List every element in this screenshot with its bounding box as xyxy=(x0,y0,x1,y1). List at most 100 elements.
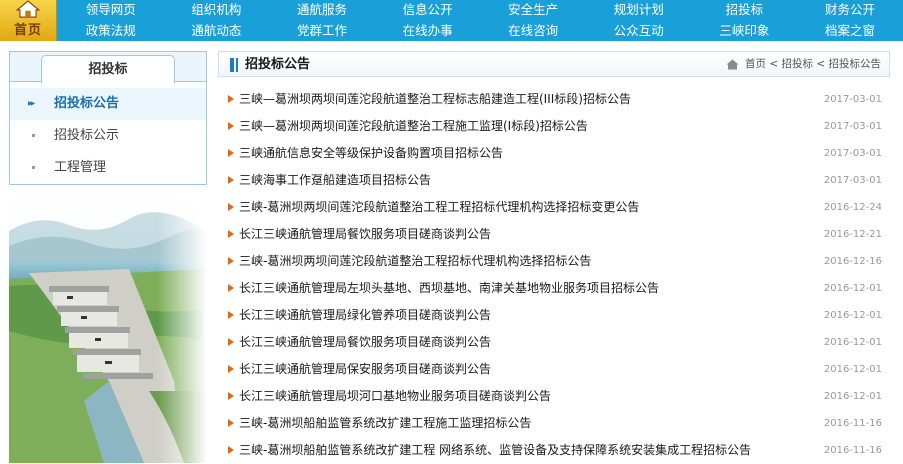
arrow-bullet-icon xyxy=(228,230,234,238)
announcement-link[interactable]: 三峡—葛洲坝两坝间莲沱段航道整治工程标志船建造工程(III标段)招标公告 xyxy=(239,86,631,113)
sidebar-menu: ▶▶ 招投标公告招投标公示工程管理 xyxy=(10,82,206,184)
announcement-link[interactable]: 三峡-葛洲坝两坝间莲沱段航道整治工程工程招标代理机构选择招标变更公告 xyxy=(239,194,639,221)
main-content: 招投标公告 首页 < 招投标 < 招投标公告 三峡—葛洲坝两坝间莲沱段航道整治工… xyxy=(218,51,890,464)
arrow-bullet-icon xyxy=(228,446,234,454)
announcement-date: 2016-12-01 xyxy=(823,364,882,375)
nav-item[interactable]: 政策法规 xyxy=(58,21,164,41)
announcement-date: 2017-03-01 xyxy=(823,175,882,186)
arrow-bullet-icon xyxy=(228,122,234,130)
announcement-link[interactable]: 三峡-葛洲坝两坝间莲沱段航道整治工程招标代理机构选择招标公告 xyxy=(239,248,591,275)
list-item: 长江三峡通航管理局保安服务项目磋商谈判公告 2016-12-01 xyxy=(218,356,890,383)
announcement-link[interactable]: 长江三峡通航管理局左坝头基地、西坝基地、南津关基地物业服务项目招标公告 xyxy=(239,275,659,302)
announcement-date: 2016-11-16 xyxy=(823,445,882,456)
announcement-link[interactable]: 长江三峡通航管理局保安服务项目磋商谈判公告 xyxy=(239,356,491,383)
nav-item[interactable]: 在线咨询 xyxy=(480,21,586,41)
announcement-date: 2017-03-01 xyxy=(823,148,882,159)
list-item: 三峡—葛洲坝两坝间莲沱段航道整治工程标志船建造工程(III标段)招标公告 2017… xyxy=(218,86,890,113)
nav-row-primary: 领导网页 组织机构 通航服务 信息公开 安全生产 规划计划 招投标 财务公开 xyxy=(58,0,903,20)
announcement-date: 2016-12-01 xyxy=(823,391,882,402)
announcement-link[interactable]: 长江三峡通航管理局餐饮服务项目磋商谈判公告 xyxy=(239,221,491,248)
arrow-bullet-icon xyxy=(228,95,234,103)
announcement-link[interactable]: 三峡-葛洲坝船舶监管系统改扩建工程 网络系统、监管设备及支持保障系统安装集成工程… xyxy=(239,437,751,464)
nav-item[interactable]: 财务公开 xyxy=(797,0,903,20)
nav-row-secondary: 政策法规 通航动态 党群工作 在线办事 在线咨询 公众互动 三峡印象 档案之窗 xyxy=(58,21,903,41)
nav-item[interactable]: 通航动态 xyxy=(164,21,270,41)
list-item: 长江三峡通航管理局餐饮服务项目磋商谈判公告 2016-12-01 xyxy=(218,329,890,356)
double-chevron-icon: ▶▶ xyxy=(28,100,35,107)
nav-item[interactable]: 公众互动 xyxy=(586,21,692,41)
sidebar-item-label: 招投标公示 xyxy=(54,128,120,143)
arrow-bullet-icon xyxy=(228,311,234,319)
list-item: 三峡—葛洲坝两坝间莲沱段航道整治工程施工监理(Ⅰ标段)招标公告 2017-03-0… xyxy=(218,113,890,140)
arrow-bullet-icon xyxy=(228,392,234,400)
announcement-link[interactable]: 三峡-葛洲坝船舶监管系统改扩建工程施工监理招标公告 xyxy=(239,410,531,437)
content-header: 招投标公告 首页 < 招投标 < 招投标公告 xyxy=(218,51,890,77)
nav-item[interactable]: 三峡印象 xyxy=(692,21,798,41)
breadcrumb[interactable]: 首页 < 招投标 < 招投标公告 xyxy=(726,52,881,77)
bullet-icon xyxy=(32,134,35,137)
sidebar: 招投标 ▶▶ 招投标公告招投标公示工程管理 xyxy=(9,51,207,185)
list-item: 长江三峡通航管理局绿化管养项目磋商谈判公告 2016-12-01 xyxy=(218,302,890,329)
announcement-link[interactable]: 长江三峡通航管理局坝河口基地物业服务项目磋商谈判公告 xyxy=(239,383,551,410)
list-item: 三峡海事工作趸船建造项目招标公告 2017-03-01 xyxy=(218,167,890,194)
three-gorges-illustration xyxy=(9,191,207,463)
house-icon xyxy=(15,0,41,18)
list-item: 三峡-葛洲坝船舶监管系统改扩建工程 网络系统、监管设备及支持保障系统安装集成工程… xyxy=(218,437,890,464)
nav-item[interactable]: 安全生产 xyxy=(480,0,586,20)
announcement-link[interactable]: 三峡通航信息安全等级保护设备购置项目招标公告 xyxy=(239,140,503,167)
announcement-date: 2016-12-01 xyxy=(823,337,882,348)
nav-item[interactable]: 档案之窗 xyxy=(797,21,903,41)
list-item: 三峡-葛洲坝两坝间莲沱段航道整治工程工程招标代理机构选择招标变更公告 2016-1… xyxy=(218,194,890,221)
sidebar-item[interactable]: 工程管理 xyxy=(10,152,206,184)
nav-menu: 领导网页 组织机构 通航服务 信息公开 安全生产 规划计划 招投标 财务公开 政策法规 通航动态… xyxy=(58,0,903,41)
announcement-link[interactable]: 三峡海事工作趸船建造项目招标公告 xyxy=(239,167,431,194)
arrow-bullet-icon xyxy=(228,203,234,211)
nav-item[interactable]: 通航服务 xyxy=(269,0,375,20)
list-item: 三峡通航信息安全等级保护设备购置项目招标公告 2017-03-01 xyxy=(218,140,890,167)
nav-item[interactable]: 在线办事 xyxy=(375,21,481,41)
nav-item[interactable]: 组织机构 xyxy=(164,0,270,20)
arrow-bullet-icon xyxy=(228,284,234,292)
list-item: 三峡-葛洲坝两坝间莲沱段航道整治工程招标代理机构选择招标公告 2016-12-16 xyxy=(218,248,890,275)
announcement-date: 2017-03-01 xyxy=(823,121,882,132)
list-item: 长江三峡通航管理局坝河口基地物业服务项目磋商谈判公告 2016-12-01 xyxy=(218,383,890,410)
top-navigation: 首页 领导网页 组织机构 通航服务 信息公开 安全生产 规划计划 招投标 财务公开 政策法规通… xyxy=(0,0,903,41)
list-item: 长江三峡通航管理局左坝头基地、西坝基地、南津关基地物业服务项目招标公告 2016-… xyxy=(218,275,890,302)
arrow-bullet-icon xyxy=(228,419,234,427)
bullet-icon xyxy=(32,166,35,169)
announcement-date: 2016-12-21 xyxy=(823,229,882,240)
home-icon xyxy=(726,59,739,70)
announcement-date: 2016-11-16 xyxy=(823,418,882,429)
announcement-list: 三峡—葛洲坝两坝间莲沱段航道整治工程标志船建造工程(III标段)招标公告 2017… xyxy=(218,86,890,464)
header-marker-icon xyxy=(230,58,234,72)
breadcrumb-text[interactable]: 首页 < 招投标 < 招投标公告 xyxy=(745,52,881,77)
list-item: 长江三峡通航管理局餐饮服务项目磋商谈判公告 2016-12-21 xyxy=(218,221,890,248)
nav-item[interactable]: 党群工作 xyxy=(269,21,375,41)
announcement-date: 2016-12-24 xyxy=(823,202,882,213)
nav-item[interactable]: 招投标 xyxy=(692,0,798,20)
sidebar-item-label: 招投标公告 xyxy=(54,96,120,111)
announcement-date: 2016-12-16 xyxy=(823,256,882,267)
sidebar-title: 招投标 xyxy=(41,55,175,83)
home-button[interactable]: 首页 xyxy=(0,0,57,41)
announcement-link[interactable]: 长江三峡通航管理局绿化管养项目磋商谈判公告 xyxy=(239,302,491,329)
list-item: 三峡-葛洲坝船舶监管系统改扩建工程施工监理招标公告 2016-11-16 xyxy=(218,410,890,437)
announcement-date: 2016-12-01 xyxy=(823,310,882,321)
sidebar-item-label: 工程管理 xyxy=(54,160,107,175)
page-title: 招投标公告 xyxy=(245,57,311,72)
sidebar-item[interactable]: 招投标公示 xyxy=(10,120,206,152)
announcement-link[interactable]: 长江三峡通航管理局餐饮服务项目磋商谈判公告 xyxy=(239,329,491,356)
home-label: 首页 xyxy=(13,23,42,38)
arrow-bullet-icon xyxy=(228,365,234,373)
arrow-bullet-icon xyxy=(228,176,234,184)
announcement-link[interactable]: 三峡—葛洲坝两坝间莲沱段航道整治工程施工监理(Ⅰ标段)招标公告 xyxy=(239,113,588,140)
sidebar-item[interactable]: ▶▶ 招投标公告 xyxy=(10,88,206,120)
arrow-bullet-icon xyxy=(228,338,234,346)
arrow-bullet-icon xyxy=(228,257,234,265)
announcement-date: 2017-03-01 xyxy=(823,94,882,105)
announcement-date: 2016-12-01 xyxy=(823,283,882,294)
nav-item[interactable]: 信息公开 xyxy=(375,0,481,20)
nav-item[interactable]: 规划计划 xyxy=(586,0,692,20)
arrow-bullet-icon xyxy=(228,149,234,157)
nav-item[interactable]: 领导网页 xyxy=(58,0,164,20)
